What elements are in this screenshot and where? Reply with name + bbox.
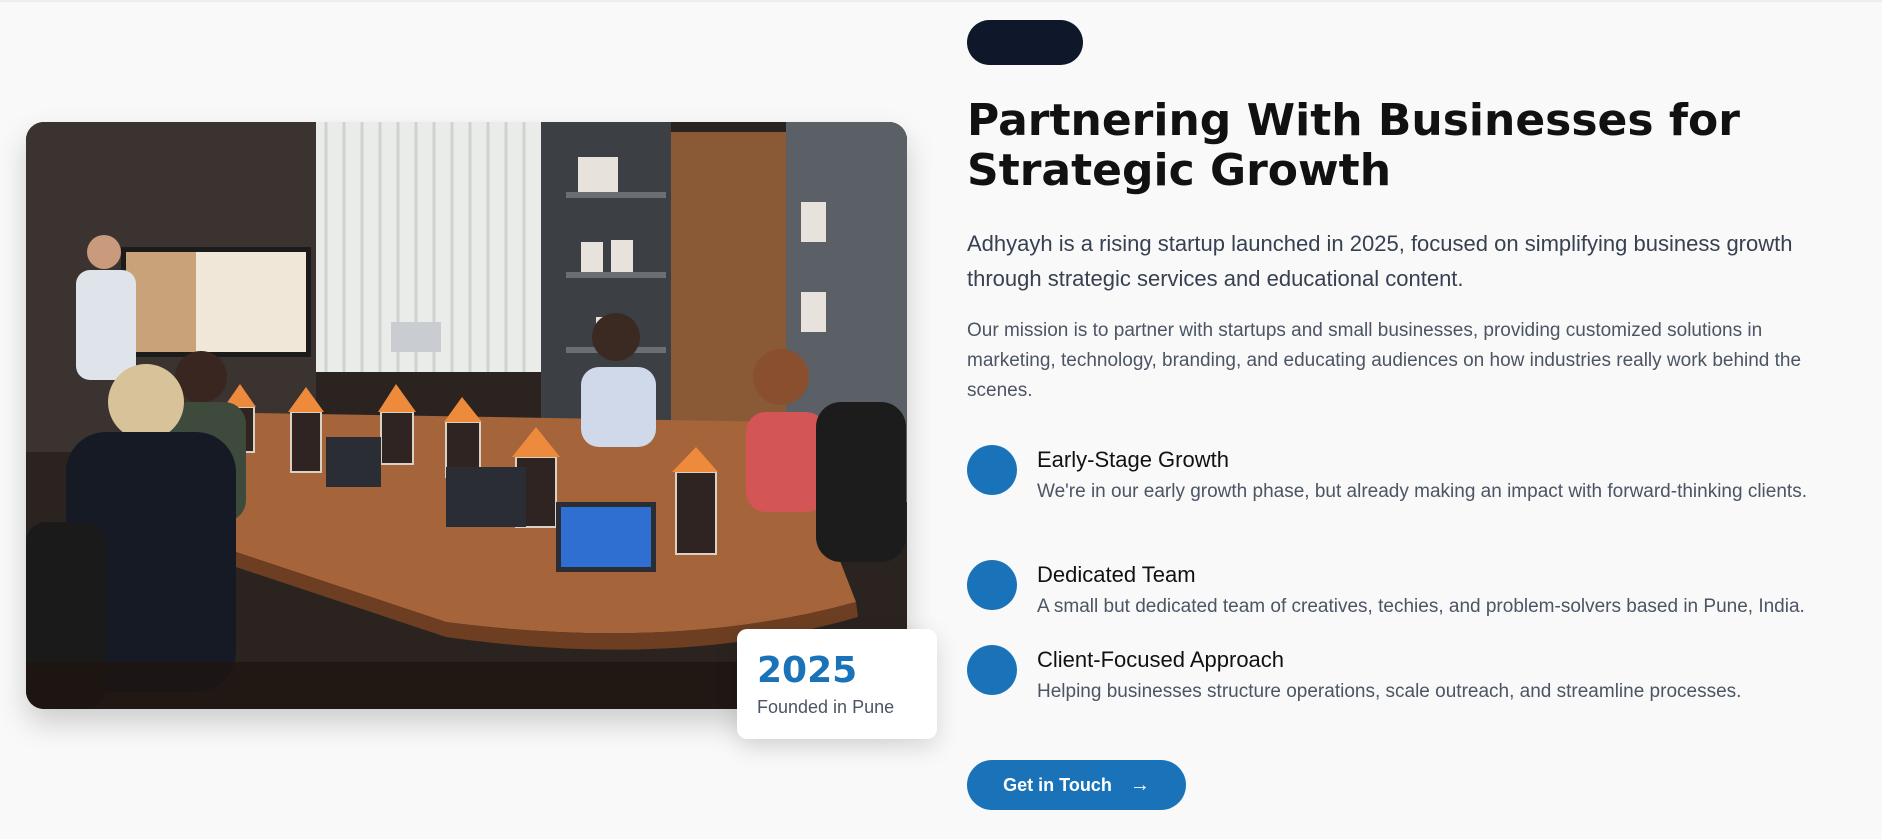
feature-description: A small but dedicated team of creatives,… [1037, 596, 1805, 617]
mission-paragraph: Our mission is to partner with startups … [967, 320, 1802, 401]
intro-paragraph: Adhyayh is a rising startup launched in … [967, 231, 1793, 291]
section-tag-pill [967, 20, 1083, 65]
founded-stat-card: 2025 Founded in Pune [737, 629, 937, 739]
feature-dot-icon [967, 445, 1017, 495]
feature-dot-icon [967, 645, 1017, 695]
feature-title: Dedicated Team [1037, 562, 1196, 587]
feature-description: Helping businesses structure operations,… [1037, 681, 1742, 702]
feature-description: We're in our early growth phase, but alr… [1037, 481, 1807, 502]
feature-title: Client-Focused Approach [1037, 647, 1285, 672]
founded-label: Founded in Pune [757, 697, 895, 717]
feature-title: Early-Stage Growth [1037, 447, 1229, 472]
founded-year: 2025 [757, 650, 858, 691]
feature-dot-icon [967, 560, 1017, 610]
get-in-touch-button[interactable]: Get in Touch → [967, 760, 1186, 810]
meeting-room-illustration [26, 122, 907, 709]
team-meeting-photo [26, 122, 907, 709]
arrow-right-icon: → [1129, 774, 1150, 796]
page-title: Partnering With Businesses for Strategic… [967, 95, 1740, 196]
get-in-touch-label: Get in Touch [1003, 774, 1112, 795]
